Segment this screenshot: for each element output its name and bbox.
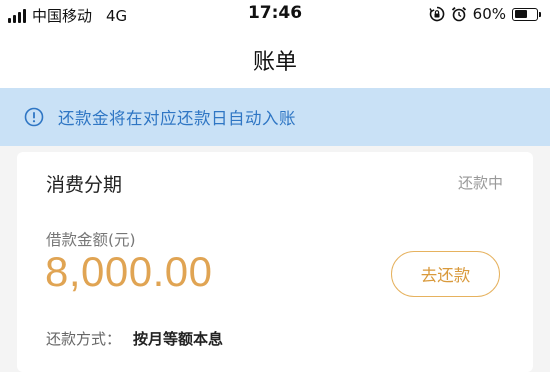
status-bar-right: 60% xyxy=(429,5,541,23)
status-bar: 中国移动 4G 17:46 60% xyxy=(0,0,550,30)
notice-text: 还款金将在对应还款日自动入账 xyxy=(58,109,296,128)
repay-button[interactable]: 去还款 xyxy=(391,251,500,297)
battery-level xyxy=(514,10,528,18)
bill-card[interactable]: 消费分期 还款中 借款金额(元) 8,000.00 去还款 还款方式： 按月等额… xyxy=(17,152,533,372)
orientation-lock-icon xyxy=(429,6,445,22)
repay-method-row: 还款方式： 按月等额本息 xyxy=(46,328,223,349)
notice-banner: 还款金将在对应还款日自动入账 xyxy=(0,88,550,146)
info-icon xyxy=(24,107,44,127)
amount-label: 借款金额(元) xyxy=(46,231,136,249)
repay-method-label: 还款方式： xyxy=(46,330,122,348)
battery-icon xyxy=(512,7,541,21)
status-badge: 还款中 xyxy=(457,174,503,192)
alarm-icon xyxy=(451,6,466,22)
bill-card-title: 消费分期 xyxy=(46,174,123,196)
repay-method-value: 按月等额本息 xyxy=(133,330,224,348)
battery-percent: 60% xyxy=(472,5,506,23)
amount-value: 8,000.00 xyxy=(45,248,213,295)
nav-bar: 账单 xyxy=(0,30,550,88)
page-title: 账单 xyxy=(252,50,297,75)
